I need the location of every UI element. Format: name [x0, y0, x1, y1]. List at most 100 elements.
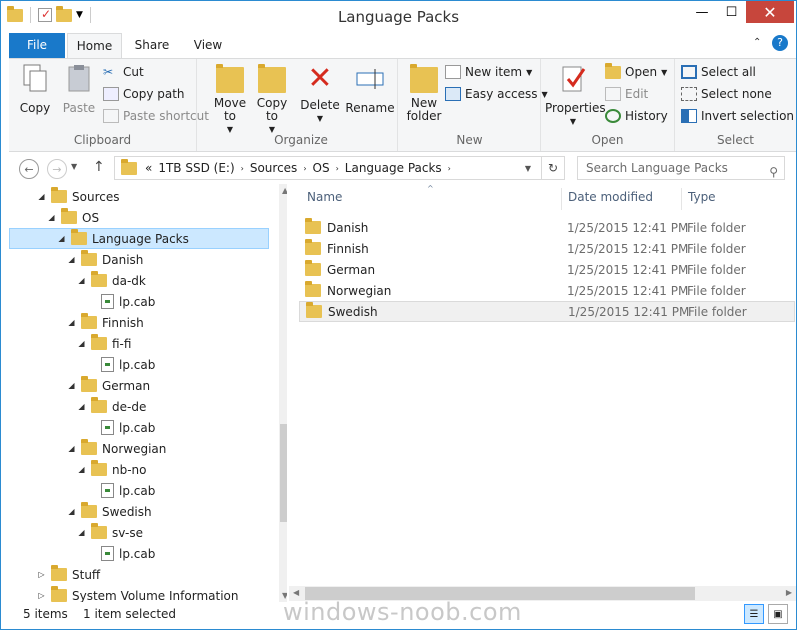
- collapse-arrow-icon[interactable]: ◢: [37, 192, 46, 201]
- tab-share[interactable]: Share: [125, 33, 179, 58]
- minimize-ribbon-icon[interactable]: ⌃: [753, 37, 761, 48]
- copy-to-button[interactable]: Copy to ▼: [253, 63, 291, 136]
- collapse-arrow-icon[interactable]: ◢: [67, 318, 76, 327]
- edit-button[interactable]: Edit: [605, 87, 648, 101]
- collapse-arrow-icon[interactable]: ◢: [47, 213, 56, 222]
- tree-item[interactable]: ▷ Stuff: [37, 564, 100, 585]
- tree-item[interactable]: lp.cab: [87, 417, 155, 438]
- file-row[interactable]: Norwegian 1/25/2015 12:41 PM File folder: [299, 280, 795, 301]
- file-row[interactable]: Finnish 1/25/2015 12:41 PM File folder: [299, 238, 795, 259]
- new-folder-button[interactable]: New folder: [403, 63, 445, 123]
- cut-button[interactable]: ✂ Cut: [103, 65, 144, 79]
- close-button[interactable]: ✕: [746, 1, 794, 23]
- tree-item[interactable]: ◢ Finnish: [67, 312, 144, 333]
- select-all-button[interactable]: Select all: [681, 65, 756, 79]
- breadcrumb-os[interactable]: OS: [313, 161, 330, 175]
- breadcrumb-separator[interactable]: ›: [448, 164, 451, 173]
- column-header-date-modified[interactable]: Date modified: [568, 190, 653, 204]
- collapse-arrow-icon[interactable]: ◢: [77, 339, 86, 348]
- tree-item[interactable]: ◢ Norwegian: [67, 438, 166, 459]
- paste-button[interactable]: Paste: [59, 63, 99, 115]
- move-to-button[interactable]: Move to ▼: [211, 63, 249, 136]
- address-dropdown-icon[interactable]: ▼: [525, 164, 531, 173]
- tree-item[interactable]: lp.cab: [87, 543, 155, 564]
- column-divider[interactable]: [681, 188, 682, 210]
- tree-item[interactable]: ◢ Swedish: [67, 501, 152, 522]
- rename-button[interactable]: Rename: [345, 63, 395, 115]
- delete-button[interactable]: ✕ Delete ▼: [299, 63, 341, 125]
- large-icons-view-button[interactable]: ▣: [768, 604, 788, 624]
- collapse-arrow-icon[interactable]: ◢: [67, 255, 76, 264]
- column-header-name[interactable]: Name: [307, 190, 342, 204]
- new-item-button[interactable]: New item ▼: [445, 65, 532, 79]
- tree-scroll-thumb[interactable]: [280, 424, 287, 522]
- folder-icon: [91, 523, 107, 539]
- collapse-arrow-icon[interactable]: ◢: [67, 507, 76, 516]
- copy-path-button[interactable]: Copy path: [103, 87, 185, 101]
- tree-item[interactable]: lp.cab: [87, 291, 155, 312]
- address-bar[interactable]: « 1TB SSD (E:) › Sources › OS › Language Pa…: [114, 156, 542, 180]
- tree-item[interactable]: lp.cab: [87, 354, 155, 375]
- breadcrumb-separator[interactable]: ›: [336, 164, 339, 173]
- collapse-arrow-icon[interactable]: ◢: [77, 528, 86, 537]
- expand-arrow-icon[interactable]: ▷: [37, 591, 46, 600]
- scroll-left-icon[interactable]: ◀: [293, 588, 299, 597]
- breadcrumb-separator[interactable]: ›: [303, 164, 306, 173]
- tree-item[interactable]: ◢ fi-fi: [77, 333, 131, 354]
- tree-item[interactable]: ◢ German: [67, 375, 150, 396]
- tree-item[interactable]: ▷ System Volume Information: [37, 585, 238, 602]
- tab-view[interactable]: View: [182, 33, 234, 58]
- history-button[interactable]: History: [605, 109, 668, 123]
- collapse-arrow-icon[interactable]: ◢: [77, 465, 86, 474]
- back-button[interactable]: ←: [19, 159, 39, 179]
- tree-item[interactable]: ◢ nb-no: [77, 459, 147, 480]
- recent-locations-icon[interactable]: ▼: [71, 162, 77, 171]
- tree-item[interactable]: ◢ da-dk: [77, 270, 146, 291]
- easy-access-button[interactable]: Easy access ▼: [445, 87, 548, 101]
- tree-item[interactable]: ◢ Danish: [67, 249, 143, 270]
- open-button[interactable]: Open ▼: [605, 62, 667, 79]
- scroll-up-icon[interactable]: ▲: [282, 186, 287, 195]
- search-input[interactable]: Search Language Packs ⚲: [577, 156, 785, 180]
- column-header-type[interactable]: Type: [688, 190, 716, 204]
- copy-button[interactable]: Copy: [15, 63, 55, 115]
- select-none-button[interactable]: Select none: [681, 87, 772, 101]
- search-icon[interactable]: ⚲: [769, 161, 778, 183]
- tree-item[interactable]: ◢ sv-se: [77, 522, 143, 543]
- expand-arrow-icon[interactable]: ▷: [37, 570, 46, 579]
- tree-item-label: lp.cab: [119, 294, 156, 309]
- file-row[interactable]: Swedish 1/25/2015 12:41 PM File folder: [299, 301, 795, 322]
- up-arrow-icon[interactable]: ↑: [93, 159, 105, 175]
- collapse-arrow-icon[interactable]: ◢: [77, 402, 86, 411]
- tab-home[interactable]: Home: [67, 33, 122, 59]
- breadcrumb-language-packs[interactable]: Language Packs: [345, 161, 442, 175]
- file-row[interactable]: Danish 1/25/2015 12:41 PM File folder: [299, 217, 795, 238]
- maximize-button[interactable]: ☐: [717, 1, 746, 23]
- collapse-arrow-icon[interactable]: ◢: [67, 444, 76, 453]
- tree-item[interactable]: ◢ Language Packs: [9, 228, 269, 249]
- paste-shortcut-button[interactable]: Paste shortcut: [103, 109, 209, 123]
- address-overflow[interactable]: «: [145, 161, 152, 175]
- tree-item[interactable]: ◢ de-de: [77, 396, 146, 417]
- forward-button[interactable]: →: [47, 159, 67, 179]
- scroll-right-icon[interactable]: ▶: [786, 588, 792, 597]
- tree-item[interactable]: ◢ Sources: [37, 186, 119, 207]
- tab-file[interactable]: File: [9, 33, 65, 58]
- details-view-button[interactable]: ☰: [744, 604, 764, 624]
- tree-item[interactable]: ◢ OS: [47, 207, 99, 228]
- tree-vertical-scrollbar[interactable]: ▲ ▼: [279, 184, 287, 602]
- file-row[interactable]: German 1/25/2015 12:41 PM File folder: [299, 259, 795, 280]
- collapse-arrow-icon[interactable]: ◢: [77, 276, 86, 285]
- breadcrumb-drive[interactable]: 1TB SSD (E:): [158, 161, 234, 175]
- invert-selection-button[interactable]: Invert selection: [681, 109, 794, 123]
- tree-item[interactable]: lp.cab: [87, 480, 155, 501]
- breadcrumb-sources[interactable]: Sources: [250, 161, 297, 175]
- collapse-arrow-icon[interactable]: ◢: [57, 234, 66, 243]
- help-icon[interactable]: ?: [772, 35, 788, 51]
- properties-button[interactable]: Properties ▼: [545, 63, 606, 128]
- collapse-arrow-icon[interactable]: ◢: [67, 381, 76, 390]
- breadcrumb-separator[interactable]: ›: [241, 164, 244, 173]
- minimize-button[interactable]: —: [687, 1, 717, 23]
- refresh-button[interactable]: ↻: [541, 156, 565, 180]
- column-divider[interactable]: [561, 188, 562, 210]
